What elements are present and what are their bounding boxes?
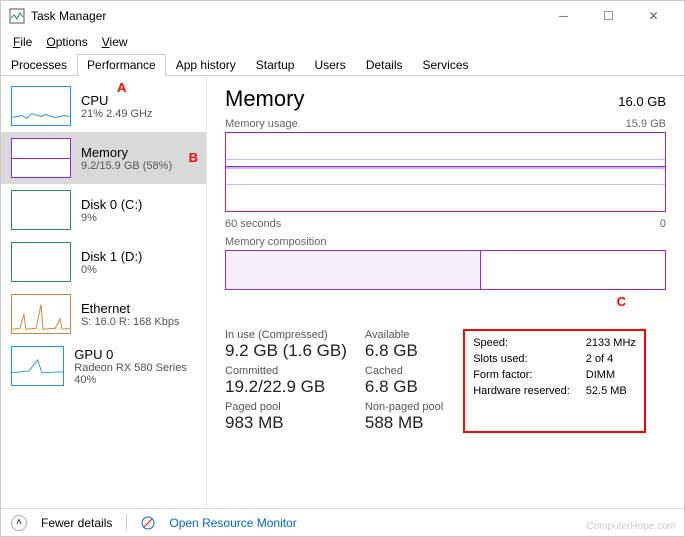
spec-value: 2133 MHz — [586, 337, 636, 349]
resource-monitor-icon — [141, 516, 155, 530]
sidebar-item-label: Memory — [81, 145, 172, 160]
stat-label: Available — [365, 329, 443, 341]
memory-total: 16.0 GB — [618, 94, 666, 109]
annotation-c: C — [225, 294, 626, 309]
sidebar-item-label: Disk 1 (D:) — [81, 249, 142, 264]
usage-max: 15.9 GB — [626, 118, 666, 130]
spec-value: 2 of 4 — [586, 353, 636, 365]
stats-grid: In use (Compressed)9.2 GB (1.6 GB) Availa… — [225, 329, 443, 433]
time-left: 60 seconds — [225, 218, 281, 230]
tab-users[interactable]: Users — [304, 54, 355, 76]
window-title: Task Manager — [31, 9, 541, 23]
watermark: ComputerHope.com — [587, 521, 676, 532]
menu-view[interactable]: View — [96, 33, 134, 51]
open-resource-monitor-link[interactable]: Open Resource Monitor — [169, 516, 296, 530]
disk-thumb-icon — [11, 242, 71, 282]
sidebar-item-sub: 0% — [81, 264, 142, 276]
gpu-thumb-icon — [11, 346, 64, 386]
spec-key: Hardware reserved: — [473, 385, 570, 397]
tab-processes[interactable]: Processes — [1, 54, 77, 76]
usage-label: Memory usage — [225, 118, 298, 130]
stat-value: 6.8 GB — [365, 341, 443, 361]
stat: Non-paged pool588 MB — [365, 401, 443, 433]
page-title: Memory — [225, 86, 304, 112]
sidebar-item-sub: 9.2/15.9 GB (58%) — [81, 160, 172, 172]
memory-composition-chart — [225, 250, 666, 290]
maximize-button[interactable]: ☐ — [586, 1, 631, 31]
stat: In use (Compressed)9.2 GB (1.6 GB) — [225, 329, 347, 361]
stat: Paged pool983 MB — [225, 401, 347, 433]
sidebar-item-label: Ethernet — [81, 301, 179, 316]
taskmgr-icon — [9, 8, 25, 24]
stat-value: 9.2 GB (1.6 GB) — [225, 341, 347, 361]
stat-label: In use (Compressed) — [225, 329, 347, 341]
stat-label: Non-paged pool — [365, 401, 443, 413]
chevron-up-icon[interactable]: ˄ — [11, 515, 27, 531]
sidebar-item-label: Disk 0 (C:) — [81, 197, 142, 212]
stat-value: 6.8 GB — [365, 377, 443, 397]
sidebar-item-disk-2[interactable]: Disk 0 (C:)9% — [1, 184, 206, 236]
tab-details[interactable]: Details — [356, 54, 413, 76]
sidebar-item-sub: Radeon RX 580 Series 40% — [74, 362, 196, 386]
annotation-a: A — [117, 80, 126, 95]
titlebar: Task Manager ─ ☐ ✕ — [1, 1, 684, 31]
stat-value: 588 MB — [365, 413, 443, 433]
specs-box: Speed: 2133 MHz Slots used: 2 of 4 Form fact… — [463, 329, 646, 433]
sidebar-item-eth-4[interactable]: EthernetS: 16.0 R: 168 Kbps — [1, 288, 206, 340]
stat: Available6.8 GB — [365, 329, 443, 361]
separator — [126, 515, 127, 531]
spec-key: Slots used: — [473, 353, 570, 365]
fewer-details-link[interactable]: Fewer details — [41, 516, 112, 530]
sidebar-item-cpu-0[interactable]: CPU21% 2.49 GHz — [1, 80, 206, 132]
stat: Cached6.8 GB — [365, 365, 443, 397]
tab-performance[interactable]: Performance — [77, 54, 166, 76]
stat-label: Committed — [225, 365, 347, 377]
spec-key: Form factor: — [473, 369, 570, 381]
footer: ˄ Fewer details Open Resource Monitor — [1, 508, 684, 536]
disk-thumb-icon — [11, 190, 71, 230]
sidebar-item-sub: 21% 2.49 GHz — [81, 108, 153, 120]
stat-label: Paged pool — [225, 401, 347, 413]
sidebar-item-label: GPU 0 — [74, 347, 196, 362]
sidebar-item-disk-3[interactable]: Disk 1 (D:)0% — [1, 236, 206, 288]
close-button[interactable]: ✕ — [631, 1, 676, 31]
spec-key: Speed: — [473, 337, 570, 349]
sidebar-item-sub: S: 16.0 R: 168 Kbps — [81, 316, 179, 328]
tab-app-history[interactable]: App history — [166, 54, 246, 76]
menu-options[interactable]: Options — [40, 33, 93, 51]
sidebar-item-sub: 9% — [81, 212, 142, 224]
spec-value: DIMM — [586, 369, 636, 381]
sidebar: CPU21% 2.49 GHz Memory9.2/15.9 GB (58%) B D… — [1, 76, 206, 508]
tab-services[interactable]: Services — [413, 54, 479, 76]
mem-thumb-icon — [11, 138, 71, 178]
eth-thumb-icon — [11, 294, 71, 334]
minimize-button[interactable]: ─ — [541, 1, 586, 31]
cpu-thumb-icon — [11, 86, 71, 126]
main-panel: Memory 16.0 GB Memory usage 15.9 GB 60 se… — [206, 76, 684, 508]
spec-value: 52.5 MB — [586, 385, 636, 397]
comp-label: Memory composition — [225, 236, 326, 248]
annotation-b: B — [189, 150, 198, 165]
sidebar-item-gpu-5[interactable]: GPU 0Radeon RX 580 Series 40% — [1, 340, 206, 392]
stat-label: Cached — [365, 365, 443, 377]
stat-value: 19.2/22.9 GB — [225, 377, 347, 397]
tab-startup[interactable]: Startup — [246, 54, 305, 76]
memory-usage-chart — [225, 132, 666, 212]
time-right: 0 — [660, 218, 666, 230]
stat-value: 983 MB — [225, 413, 347, 433]
sidebar-item-mem-1[interactable]: Memory9.2/15.9 GB (58%) B — [1, 132, 206, 184]
tabs: ProcessesPerformanceApp historyStartupUs… — [1, 53, 684, 76]
stat: Committed19.2/22.9 GB — [225, 365, 347, 397]
menubar: File Options View — [1, 31, 684, 53]
menu-file[interactable]: File — [7, 33, 38, 51]
